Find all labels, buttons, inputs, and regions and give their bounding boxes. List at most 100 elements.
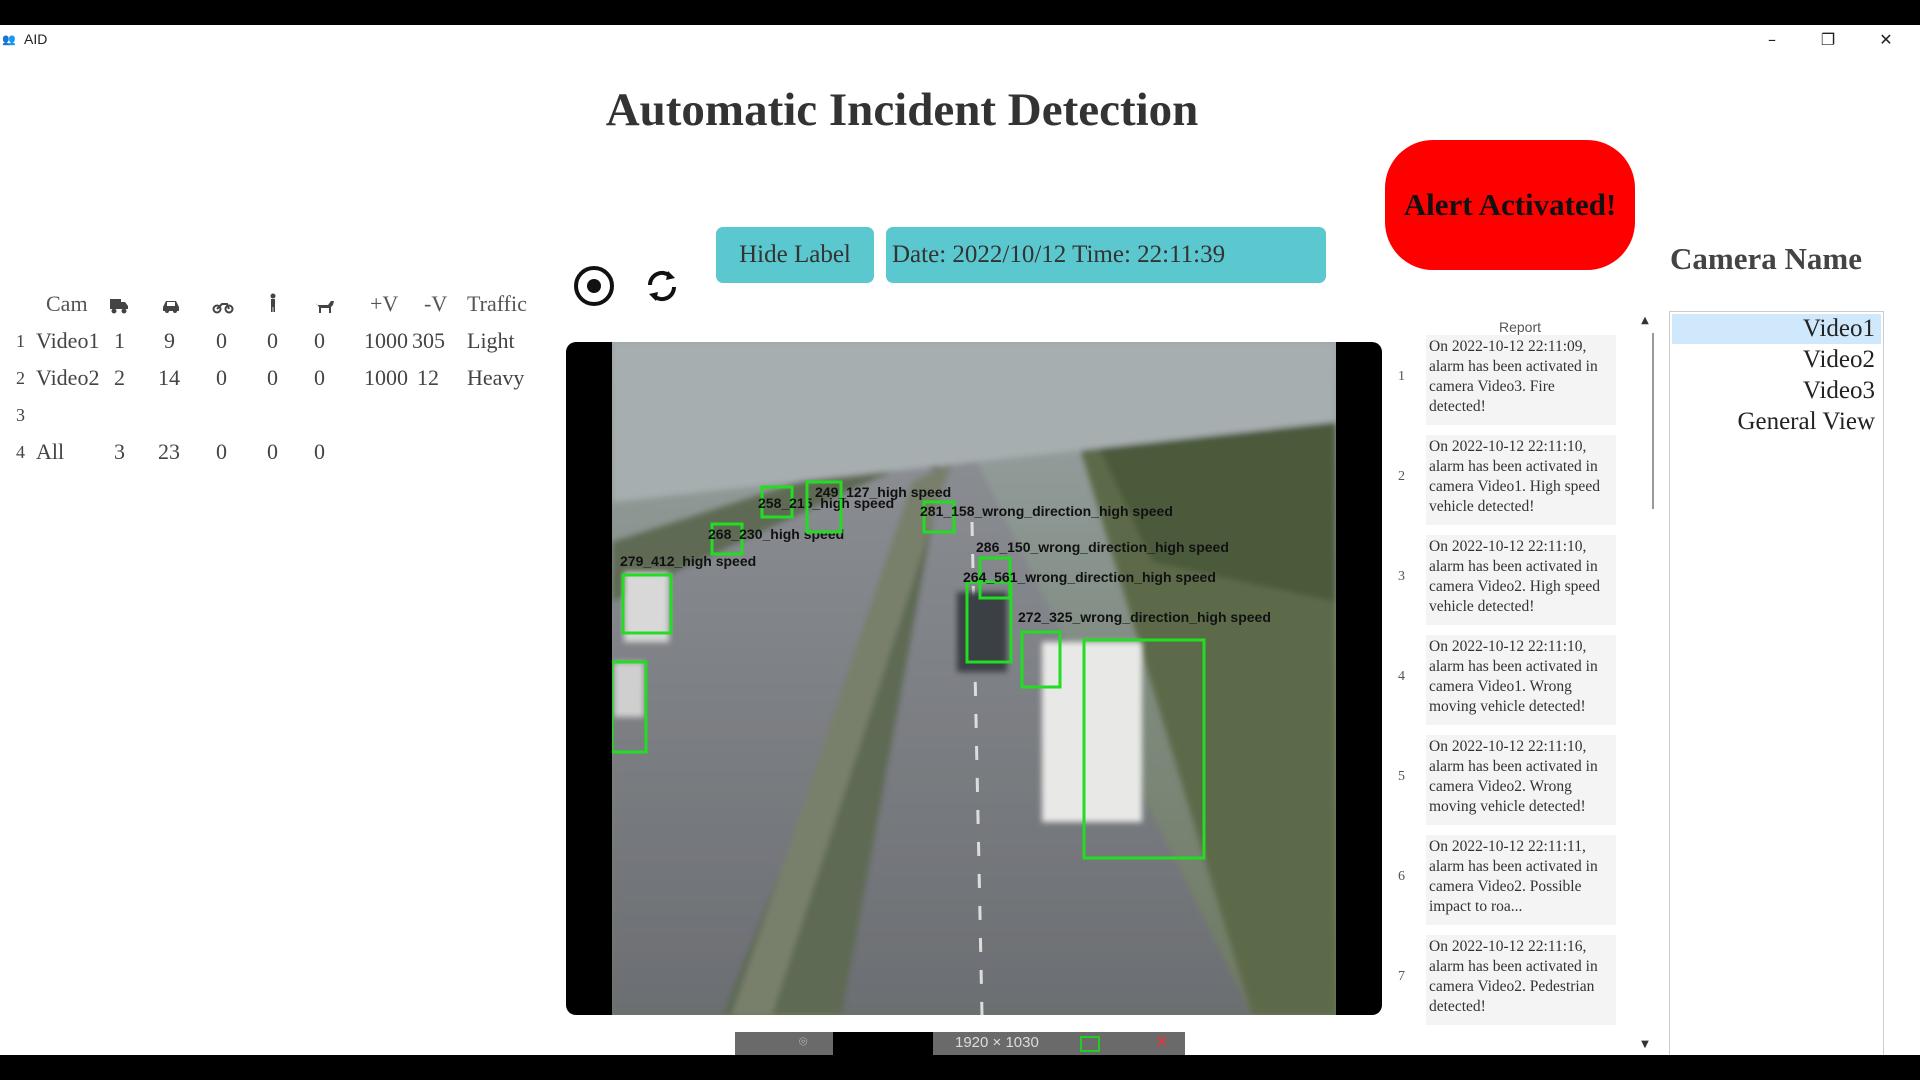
top-black-bar <box>0 0 1920 25</box>
report-number: 5 <box>1398 769 1405 784</box>
list-item[interactable]: 4 On 2022-10-12 22:11:10, alarm has been … <box>1392 631 1618 727</box>
table-row[interactable]: 1 Video1 1 9 0 0 0 1000 305 Light <box>12 328 542 364</box>
motorcycle-count: 0 <box>216 365 227 390</box>
title-bar: 👥 AID – ❐ ✕ <box>0 25 1920 53</box>
list-item[interactable]: 7 On 2022-10-12 22:11:16, alarm has been … <box>1392 931 1618 1027</box>
list-item[interactable]: 2 On 2022-10-12 22:11:10, alarm has been … <box>1392 431 1618 527</box>
refresh-button[interactable] <box>640 264 684 308</box>
scroll-down-icon[interactable]: ▼ <box>1637 1039 1653 1055</box>
alert-button[interactable]: Alert Activated! <box>1385 140 1635 270</box>
column-header-plus-v: +V <box>370 291 399 316</box>
maximize-button[interactable]: ❐ <box>1800 25 1856 53</box>
column-header-traffic: Traffic <box>467 291 527 316</box>
plus-v-value: 1000 <box>364 365 408 390</box>
report-number: 1 <box>1398 369 1405 384</box>
report-text: On 2022-10-12 22:11:09, alarm has been a… <box>1426 335 1616 425</box>
table-row[interactable]: 3 <box>12 402 542 438</box>
car-count: 9 <box>164 328 175 353</box>
report-text: On 2022-10-12 22:11:10, alarm has been a… <box>1426 635 1616 725</box>
row-index: 1 <box>16 331 25 351</box>
camera-icon[interactable]: ⌾ <box>799 1034 807 1050</box>
motorcycle-count: 0 <box>216 328 227 353</box>
camera-list: Video1 Video2 Video3 General View <box>1669 311 1884 1055</box>
traffic-value: Light <box>467 328 515 353</box>
list-item[interactable]: 6 On 2022-10-12 22:11:11, alarm has been … <box>1392 831 1618 927</box>
scroll-thumb[interactable] <box>1652 333 1654 509</box>
minus-v-value: 12 <box>417 365 439 390</box>
bottom-black-bar <box>0 1055 1920 1080</box>
stop-record-icon <box>574 266 614 306</box>
row-index: 2 <box>16 368 25 388</box>
region-icon[interactable] <box>1080 1036 1100 1052</box>
camera-item[interactable]: Video2 <box>1672 345 1881 375</box>
car-icon <box>160 295 182 321</box>
row-index: 4 <box>16 442 25 462</box>
report-number: 3 <box>1398 569 1405 584</box>
report-number: 6 <box>1398 869 1405 884</box>
detection-label: 249_127_high speed <box>815 484 951 500</box>
motorcycle-count: 0 <box>216 439 227 464</box>
animal-count: 0 <box>314 365 325 390</box>
car-count: 14 <box>158 365 180 390</box>
app-window: 👥 AID – ❐ ✕ Automatic Incident Detection… <box>0 25 1920 1055</box>
list-item[interactable]: 1 On 2022-10-12 22:11:09, alarm has been … <box>1392 331 1618 427</box>
row-index: 3 <box>16 405 25 425</box>
list-item[interactable]: 3 On 2022-10-12 22:11:10, alarm has been … <box>1392 531 1618 627</box>
truck-count: 3 <box>114 439 125 464</box>
table-header-row: Cam +V -V Traffic <box>12 291 542 327</box>
report-list: 1 On 2022-10-12 22:11:09, alarm has been … <box>1392 313 1618 1055</box>
animal-count: 0 <box>314 439 325 464</box>
pedestrian-count: 0 <box>267 328 278 353</box>
datetime-display: Date: 2022/10/12 Time: 22:11:39 <box>886 227 1326 283</box>
scroll-up-icon[interactable]: ▲ <box>1637 315 1653 331</box>
resolution-label: 1920 × 1030 <box>955 1034 1039 1051</box>
people-icon: 👥 <box>2 33 16 46</box>
camera-item[interactable]: General View <box>1672 407 1881 437</box>
column-header-minus-v: -V <box>424 291 448 316</box>
table-row[interactable]: 4 All 3 23 0 0 0 <box>12 439 542 475</box>
report-text: On 2022-10-12 22:11:11, alarm has been a… <box>1426 835 1616 925</box>
minimize-button[interactable]: – <box>1744 25 1800 53</box>
pedestrian-count: 0 <box>267 365 278 390</box>
cam-cell: Video1 <box>36 328 100 353</box>
cam-cell: All <box>36 439 65 464</box>
traffic-value: Heavy <box>467 365 525 390</box>
report-scrollbar[interactable]: ▲ ▼ <box>1634 313 1656 1055</box>
refresh-icon <box>647 270 677 302</box>
video-feed[interactable]: 279_412_high speed 268_230_high speed 258_… <box>566 342 1382 1015</box>
close-button[interactable]: ✕ <box>1858 25 1914 53</box>
detection-label: 264_561_wrong_direction_high speed <box>963 569 1216 585</box>
stop-record-button[interactable] <box>572 264 616 308</box>
minus-v-value: 305 <box>412 328 445 353</box>
list-item[interactable]: 5 On 2022-10-12 22:11:10, alarm has been … <box>1392 731 1618 827</box>
pedestrian-count: 0 <box>267 439 278 464</box>
truck-icon <box>108 295 130 321</box>
report-number: 7 <box>1398 969 1405 984</box>
screen-recorder-toolbar: ⌾ 1920 × 1030 ✕ <box>735 1032 1185 1055</box>
detection-label: 281_158_wrong_direction_high speed <box>920 503 1173 519</box>
report-text: On 2022-10-12 22:11:16, alarm has been a… <box>1426 935 1616 1025</box>
column-header-cam: Cam <box>46 291 88 316</box>
detection-label: 272_325_wrong_direction_high speed <box>1018 609 1271 625</box>
detection-label: 268_230_high speed <box>708 526 844 542</box>
close-icon[interactable]: ✕ <box>1155 1032 1168 1051</box>
camera-item[interactable]: Video3 <box>1672 376 1881 406</box>
plus-v-value: 1000 <box>364 328 408 353</box>
table-row[interactable]: 2 Video2 2 14 0 0 0 1000 12 Heavy <box>12 365 542 401</box>
truck-count: 2 <box>114 365 125 390</box>
camera-name-title: Camera Name <box>1670 241 1862 276</box>
animal-icon <box>314 295 336 321</box>
detection-label: 286_150_wrong_direction_high speed <box>976 539 1229 555</box>
animal-count: 0 <box>314 328 325 353</box>
hide-label-button[interactable]: Hide Label <box>716 227 874 283</box>
screen: 👥 AID – ❐ ✕ Automatic Incident Detection… <box>0 0 1920 1080</box>
report-number: 4 <box>1398 669 1405 684</box>
pedestrian-icon <box>266 293 280 319</box>
window-title: AID <box>24 31 48 47</box>
camera-item[interactable]: Video1 <box>1672 314 1881 344</box>
report-text: On 2022-10-12 22:11:10, alarm has been a… <box>1426 735 1616 825</box>
cam-cell: Video2 <box>36 365 100 390</box>
motorcycle-icon <box>212 295 234 321</box>
car-count: 23 <box>158 439 180 464</box>
report-text: On 2022-10-12 22:11:10, alarm has been a… <box>1426 535 1616 625</box>
